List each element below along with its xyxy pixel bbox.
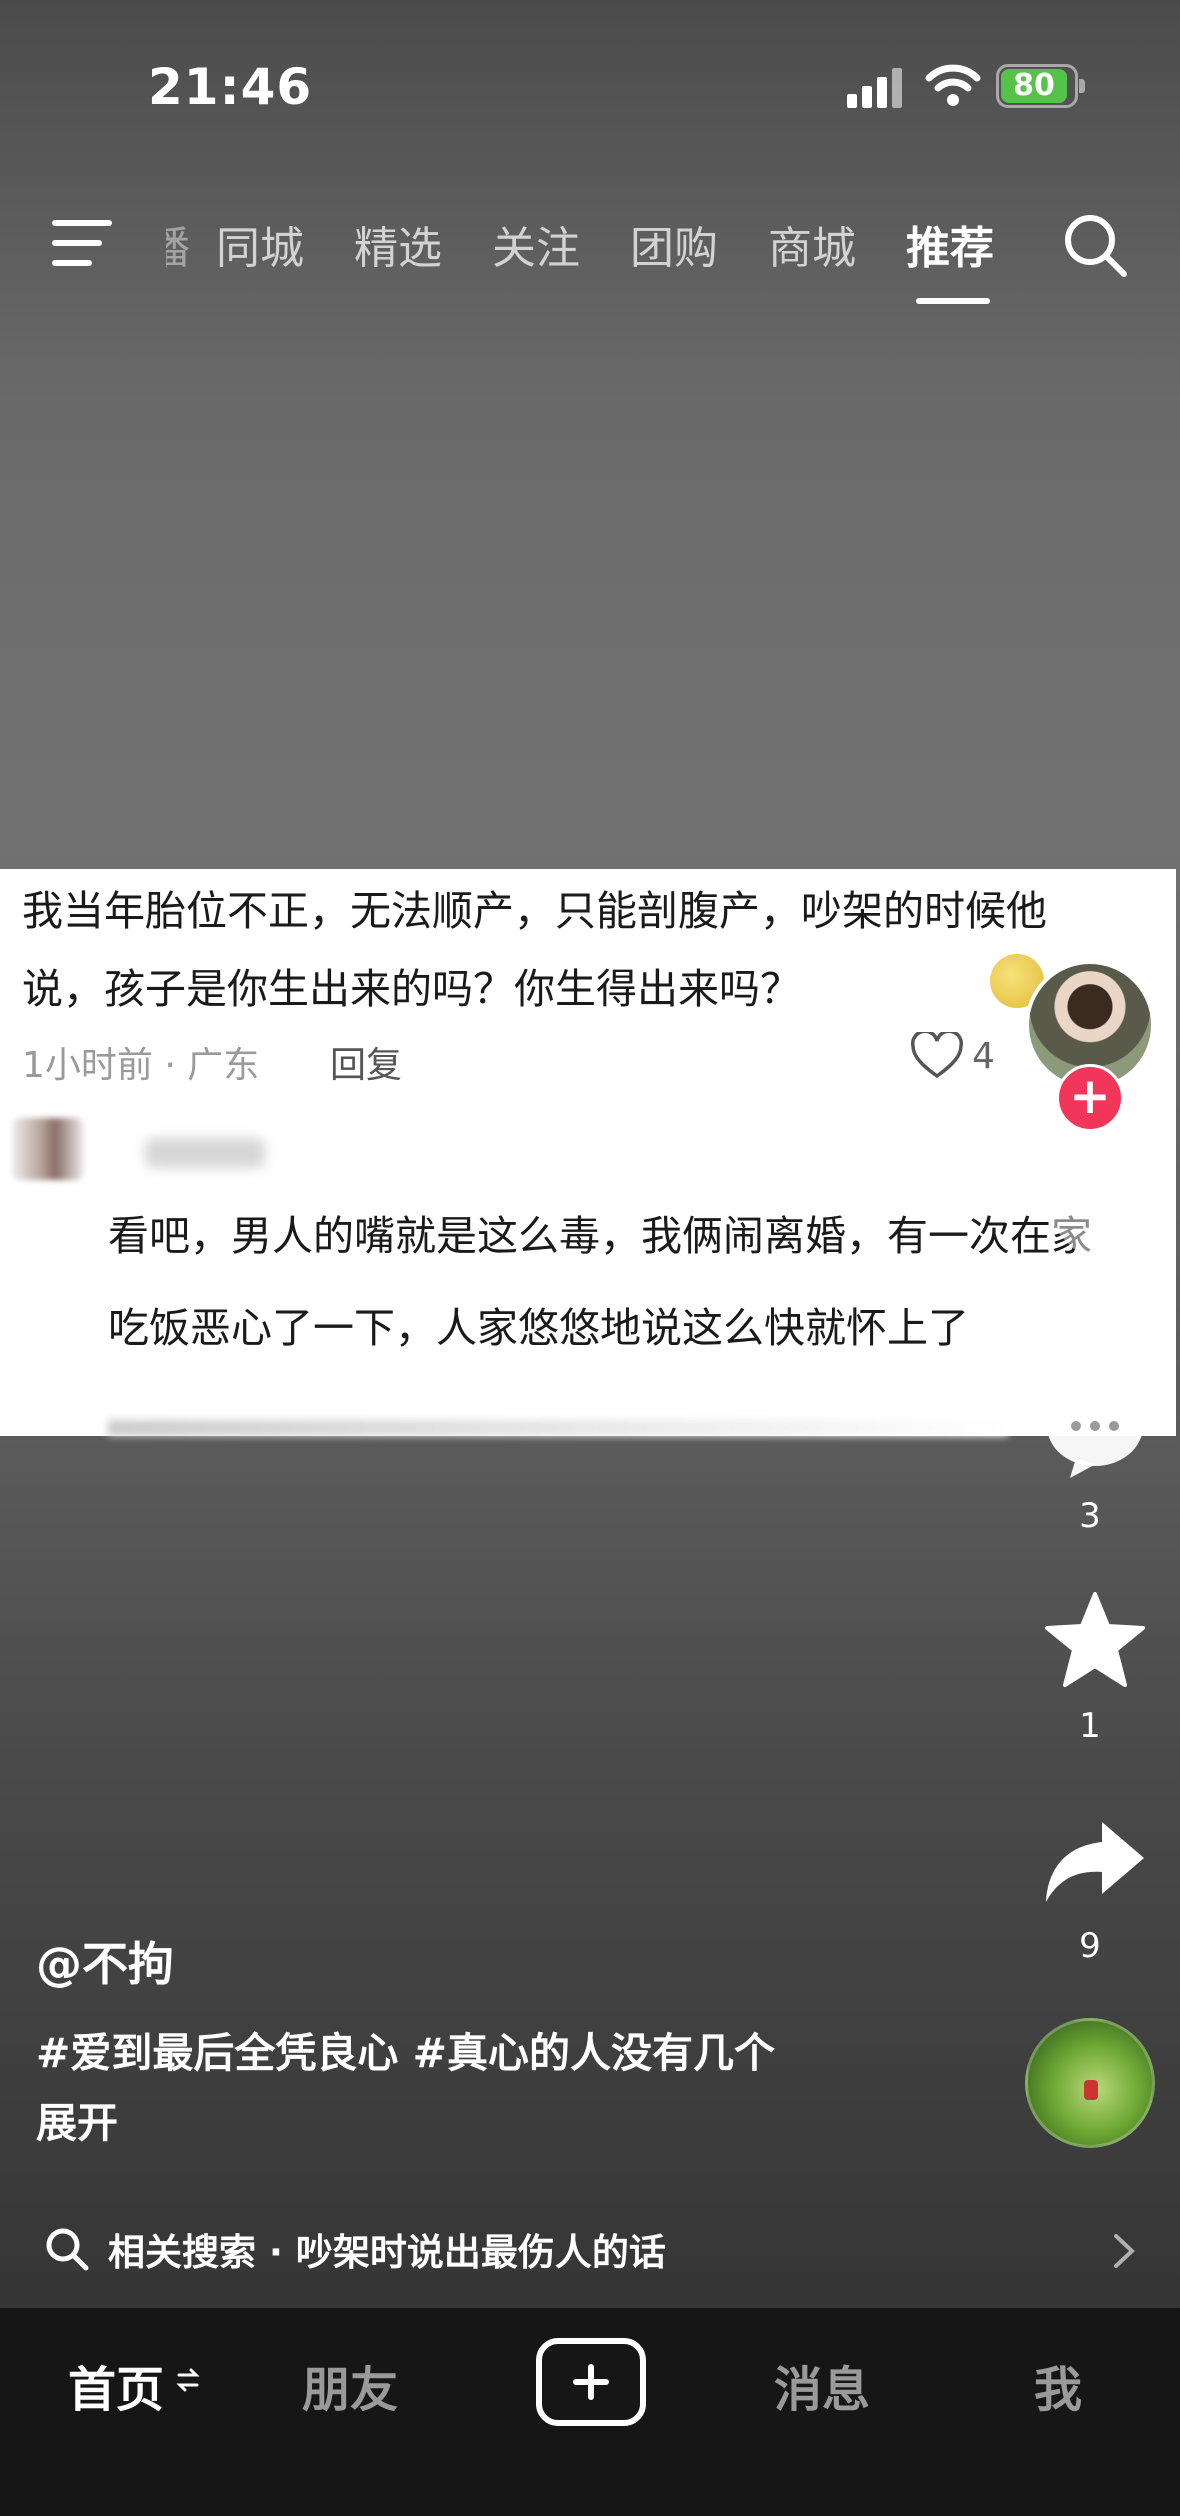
tab-recommended[interactable]: 推荐 [906, 212, 994, 276]
comment-2-text: 看吧，男人的嘴就是这么毒，我俩闹离婚，有一次在家吃饭恶心了一下，人家悠悠地说这么… [108, 1212, 1092, 1352]
post-caption: #爱到最后全凭良心 #真心的人没有几个 展开 [36, 2018, 936, 2158]
wifi-icon [925, 64, 981, 106]
create-plus-button[interactable] [536, 2338, 646, 2426]
battery-tip [1079, 79, 1085, 93]
battery-level: 80 [1001, 69, 1067, 103]
comment-1-meta: 1小时前 · 广东 [22, 1045, 260, 1086]
battery-indicator: 80 [996, 64, 1078, 108]
tab-friends[interactable]: 朋友 [302, 2350, 398, 2420]
comment-icon[interactable] [1040, 1380, 1150, 1480]
expand-link[interactable]: 展开 [36, 2088, 936, 2158]
blurred-avatar [12, 1118, 84, 1180]
favorites-count: 1 [1079, 1706, 1101, 1746]
comment-1-text: 我当年胎位不正，无法顺产，只能剖腹产，吵架的时候他说，孩子是你生出来的吗？你生得… [22, 887, 1047, 1013]
tab-me[interactable]: 我 [1034, 2350, 1082, 2420]
follow-button[interactable]: + [1056, 1064, 1124, 1132]
shares-count: 9 [1079, 1926, 1101, 1966]
like-heart-icon[interactable] [1044, 1180, 1144, 1270]
search-icon[interactable] [1062, 212, 1128, 278]
cellular-signal-icon [847, 68, 902, 108]
tab-following[interactable]: 关注 [492, 212, 580, 276]
comments-count: 3 [1079, 1496, 1101, 1536]
swap-arrows-icon[interactable] [176, 2366, 200, 2394]
related-search-text[interactable]: 相关搜索 · 吵架时说出最伤人的话 [108, 2222, 666, 2276]
comment-1-reply: 回复 [330, 1045, 403, 1086]
share-icon[interactable] [1040, 1812, 1150, 1912]
tab-live-partial[interactable]: 播 [166, 212, 190, 276]
related-search-icon [46, 2228, 89, 2271]
menu-icon[interactable] [52, 220, 116, 268]
tab-featured[interactable]: 精选 [354, 212, 442, 276]
tab-home[interactable]: 首页 [68, 2350, 164, 2420]
status-time: 21:46 [148, 58, 313, 116]
tab-mall[interactable]: 商城 [768, 212, 856, 276]
blurred-username [145, 1138, 265, 1168]
comment-heart-icon [911, 1032, 963, 1079]
tab-messages[interactable]: 消息 [774, 2350, 870, 2420]
caption-hashtags[interactable]: #爱到最后全凭良心 #真心的人没有几个 [36, 2018, 936, 2088]
author-name[interactable]: @不拘 [36, 1928, 174, 1994]
star-icon[interactable] [1040, 1590, 1150, 1690]
tab-group-buy[interactable]: 团购 [630, 212, 718, 276]
comment-2-meta-cutoff [108, 1420, 1008, 1436]
chevron-right-icon[interactable] [1110, 2230, 1138, 2272]
comment-1-likes: 4 [972, 1036, 995, 1077]
music-disc-figure [1084, 2080, 1098, 2100]
tab-local[interactable]: 同城 [216, 212, 304, 276]
active-tab-indicator [916, 298, 990, 304]
